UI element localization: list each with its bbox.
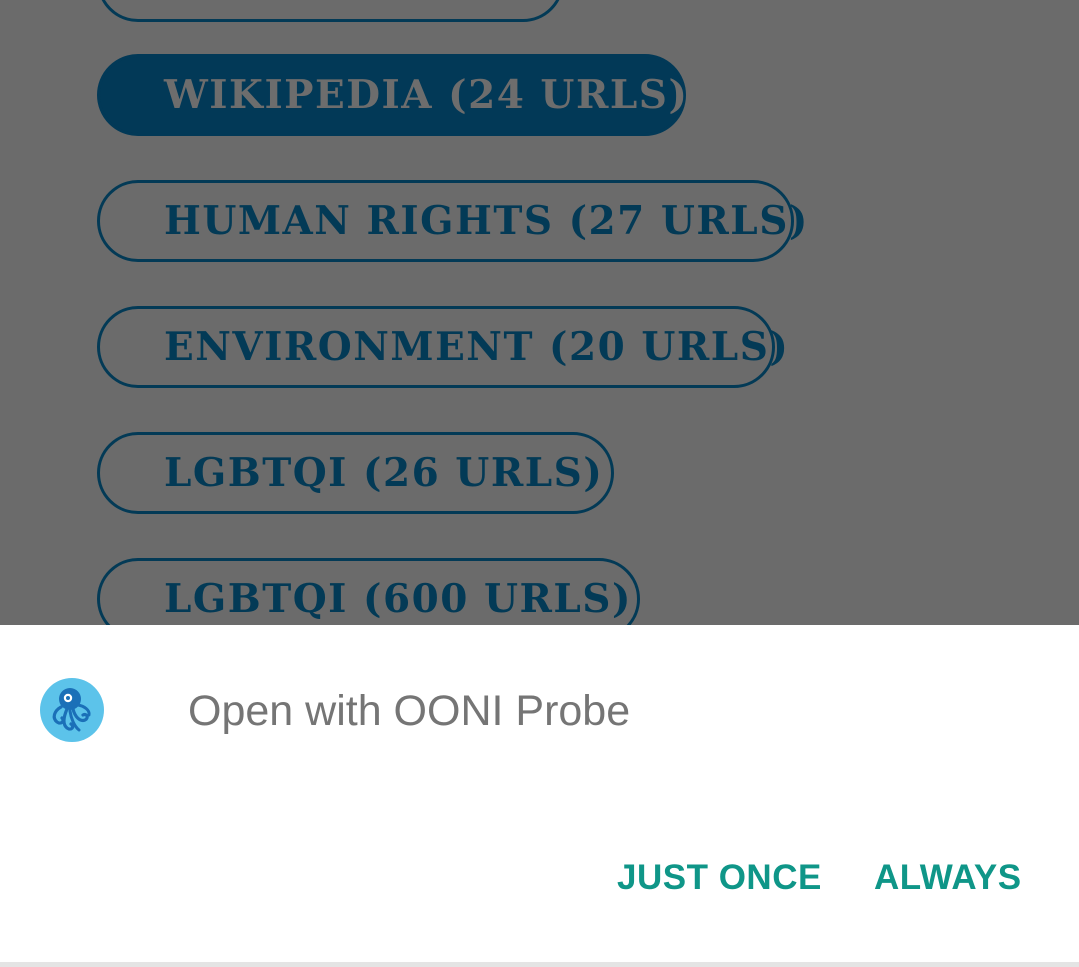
always-button[interactable]: ALWAYS <box>874 853 1022 903</box>
dialog-title: Open with OONI Probe <box>188 687 631 735</box>
category-button-human-rights[interactable]: HUMAN RIGHTS (27 URLS) <box>97 180 807 262</box>
divider <box>0 962 1079 967</box>
category-button-wikipedia[interactable]: WIKIPEDIA (24 URLS) <box>97 54 687 136</box>
category-button-offscreen[interactable] <box>97 0 564 22</box>
open-with-dialog: Open with OONI Probe JUST ONCE ALWAYS <box>0 625 1079 962</box>
category-button-environment[interactable]: ENVIRONMENT (20 URLS) <box>97 306 788 388</box>
category-button-lgbtqi-600[interactable]: LGBTQI (600 URLS) <box>97 558 640 625</box>
just-once-button[interactable]: JUST ONCE <box>617 853 822 903</box>
octopus-app-icon <box>40 678 104 742</box>
category-button-lgbtqi[interactable]: LGBTQI (26 URLS) <box>97 432 614 514</box>
dimmed-category-list: WIKIPEDIA (24 URLS) HUMAN RIGHTS (27 URL… <box>0 0 1079 625</box>
